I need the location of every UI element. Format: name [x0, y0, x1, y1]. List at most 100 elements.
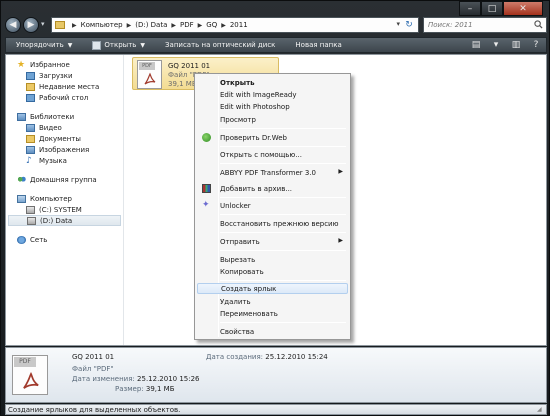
- details-created: Дата создания: 25.12.2010 15:24: [206, 353, 328, 361]
- new-folder-button[interactable]: Новая папка: [285, 38, 351, 52]
- menu-item-edit-photoshop[interactable]: Edit with Photoshop: [197, 101, 348, 112]
- menu-item-label: Удалить: [220, 297, 251, 306]
- file-icon-tag: PDF: [139, 62, 155, 70]
- organize-button[interactable]: Упорядочить ▼: [6, 38, 82, 52]
- sidebar-item-label: Сеть: [30, 235, 48, 244]
- menu-item-cut[interactable]: Вырезать: [197, 254, 348, 265]
- maximize-button[interactable]: □: [481, 1, 503, 16]
- pdf-file-icon: PDF: [12, 355, 48, 395]
- sidebar-item-computer[interactable]: Компьютер: [6, 193, 123, 204]
- menu-item-properties[interactable]: Свойства: [197, 326, 348, 337]
- menu-item-restore-previous[interactable]: Восстановить прежнюю версию: [197, 218, 348, 229]
- recent-pages-dropdown[interactable]: ▾: [41, 20, 45, 28]
- chevron-right-icon[interactable]: ▶: [171, 22, 176, 29]
- breadcrumb-computer[interactable]: Компьютер: [81, 21, 123, 29]
- documents-library-icon: [26, 134, 35, 143]
- menu-item-open[interactable]: Открыть: [197, 77, 348, 88]
- breadcrumb-pdf[interactable]: PDF: [180, 21, 194, 29]
- back-button[interactable]: ◀: [5, 17, 21, 33]
- sidebar-item-desktop[interactable]: Рабочий стол: [6, 92, 123, 103]
- archive-icon: [202, 184, 211, 193]
- breadcrumb-drive-d[interactable]: (D:) Data: [135, 21, 167, 29]
- resize-grip-icon[interactable]: ◢: [537, 406, 545, 414]
- chevron-right-icon[interactable]: ▶: [221, 22, 226, 29]
- menu-item-abbyy[interactable]: ABBYY PDF Transformer 3.0 ▶: [197, 167, 348, 178]
- sidebar-item-recent-places[interactable]: Недавние места: [6, 81, 123, 92]
- menu-item-edit-imageready[interactable]: Edit with ImageReady: [197, 89, 348, 100]
- sidebar-item-label: Домашняя группа: [30, 175, 97, 184]
- sidebar-item-video[interactable]: Видео: [6, 122, 123, 133]
- breadcrumb-2011[interactable]: 2011: [230, 21, 248, 29]
- sidebar-item-drive-c[interactable]: (C:) SYSTEM: [6, 204, 123, 215]
- search-input[interactable]: [424, 18, 532, 32]
- help-icon[interactable]: ?: [526, 38, 546, 52]
- chevron-right-icon[interactable]: ▶: [72, 22, 77, 29]
- chevron-right-icon[interactable]: ▶: [198, 22, 203, 29]
- homegroup-group: Домашняя группа: [6, 174, 123, 185]
- modified-label: Дата изменения:: [72, 375, 135, 383]
- sidebar-item-documents[interactable]: Документы: [6, 133, 123, 144]
- menu-separator: [220, 146, 346, 147]
- sidebar-item-homegroup[interactable]: Домашняя группа: [6, 174, 123, 185]
- created-value: 25.12.2010 15:24: [265, 353, 328, 361]
- menu-item-preview[interactable]: Просмотр: [197, 114, 348, 125]
- sidebar-item-drive-d[interactable]: (D:) Data: [8, 215, 121, 226]
- menu-item-label: Проверить Dr.Web: [220, 133, 287, 142]
- view-options-icon[interactable]: ▾: [486, 38, 506, 52]
- command-bar: Упорядочить ▼ Открыть ▼ Записать на опти…: [5, 37, 547, 53]
- arrow-right-icon: ▶: [27, 20, 35, 30]
- sidebar-item-favorites[interactable]: ★ Избранное: [6, 59, 123, 70]
- status-text: Создание ярлыков для выделенных объектов…: [8, 405, 181, 414]
- downloads-folder-icon: [26, 71, 35, 80]
- created-label: Дата создания:: [206, 353, 264, 361]
- menu-item-add-to-archive[interactable]: Добавить в архив...: [197, 183, 348, 194]
- breadcrumb-gq[interactable]: GQ: [206, 21, 217, 29]
- menu-separator: [220, 280, 346, 281]
- sidebar-item-libraries[interactable]: Библиотеки: [6, 111, 123, 122]
- details-size: Размер: 39,1 МБ: [115, 385, 175, 393]
- menu-item-label: Добавить в архив...: [220, 184, 293, 193]
- submenu-arrow-icon: ▶: [338, 237, 343, 244]
- forward-button[interactable]: ▶: [23, 17, 39, 33]
- address-dropdown-icon[interactable]: ▾: [396, 20, 400, 28]
- file-icon-tag: PDF: [14, 357, 36, 367]
- menu-item-open-with[interactable]: Открыть с помощью...: [197, 149, 348, 160]
- menu-item-send-to[interactable]: Отправить ▶: [197, 236, 348, 247]
- refresh-icon[interactable]: ↻: [402, 19, 416, 31]
- libraries-group: Библиотеки Видео Документы Изображения ♪…: [6, 111, 123, 166]
- menu-item-drweb[interactable]: Проверить Dr.Web: [197, 132, 348, 143]
- menu-item-label: Unlocker: [220, 201, 251, 210]
- open-button[interactable]: Открыть ▼: [82, 38, 155, 52]
- menu-item-label: Просмотр: [220, 115, 256, 124]
- menu-separator: [220, 232, 346, 233]
- sidebar-item-music[interactable]: ♪ Музыка: [6, 155, 123, 166]
- search-icon[interactable]: [534, 20, 543, 29]
- change-view-icon[interactable]: ▤: [466, 38, 486, 52]
- drweb-icon: [202, 133, 211, 142]
- arrow-left-icon: ◀: [9, 20, 17, 30]
- caption-buttons: – □ ✕: [459, 1, 543, 16]
- network-icon: [17, 235, 26, 244]
- menu-item-copy[interactable]: Копировать: [197, 266, 348, 277]
- sidebar-item-downloads[interactable]: Загрузки: [6, 70, 123, 81]
- burn-to-disc-button[interactable]: Записать на оптический диск: [155, 38, 285, 52]
- menu-item-delete[interactable]: Удалить: [197, 296, 348, 307]
- size-value: 39,1 МБ: [145, 385, 175, 393]
- sidebar-item-label: Видео: [39, 123, 62, 132]
- address-bar[interactable]: ▶ Компьютер ▶ (D:) Data ▶ PDF ▶ GQ ▶ 201…: [51, 17, 419, 33]
- minimize-button[interactable]: –: [459, 1, 481, 16]
- menu-separator: [220, 214, 346, 215]
- menu-item-rename[interactable]: Переименовать: [197, 308, 348, 319]
- search-box[interactable]: [423, 17, 547, 33]
- computer-icon: [17, 194, 26, 203]
- menu-item-unlocker[interactable]: ✦ Unlocker: [197, 200, 348, 211]
- sidebar-item-network[interactable]: Сеть: [6, 234, 123, 245]
- preview-pane-icon[interactable]: ▥: [506, 38, 526, 52]
- navigation-pane: ★ Избранное Загрузки Недавние места Рабо…: [6, 55, 124, 345]
- sidebar-item-label: (D:) Data: [40, 216, 73, 225]
- menu-item-create-shortcut[interactable]: Создать ярлык: [197, 283, 348, 294]
- close-button[interactable]: ✕: [503, 1, 543, 16]
- sidebar-item-pictures[interactable]: Изображения: [6, 144, 123, 155]
- details-pane: PDF GQ 2011 01 Файл "PDF" Дата изменения…: [5, 347, 547, 403]
- chevron-right-icon[interactable]: ▶: [127, 22, 132, 29]
